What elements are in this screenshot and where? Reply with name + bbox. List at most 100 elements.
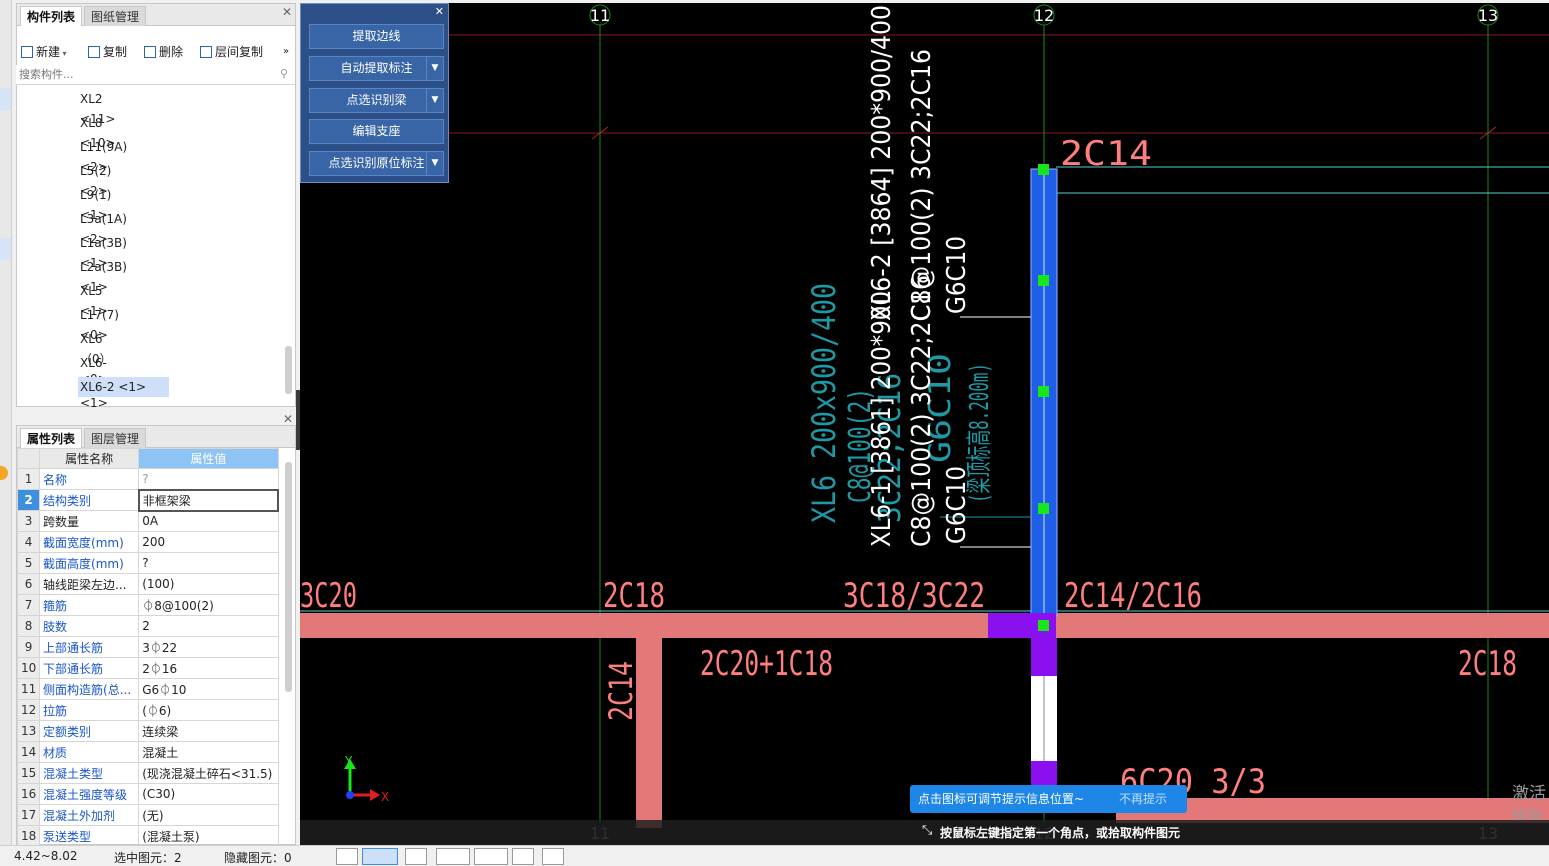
component-search-input[interactable] — [16, 65, 266, 84]
list-item[interactable]: L11(9A) <2> — [80, 137, 127, 174]
property-value[interactable]: (混凝土泵) — [138, 825, 279, 847]
floor-copy-button[interactable]: 层间复制 — [200, 43, 263, 61]
chevron-down-icon[interactable]: ▼ — [426, 57, 443, 80]
screen-tool-icon[interactable] — [512, 848, 534, 865]
rebar-label[interactable]: 3C18/3C22 — [843, 576, 985, 616]
beam-horizontal[interactable] — [1056, 613, 1549, 638]
grip-handle[interactable] — [1038, 275, 1049, 286]
list-item[interactable]: XL6（0） <0> — [80, 329, 112, 386]
edit-support-button[interactable]: 编辑支座 — [309, 119, 444, 144]
list-item[interactable]: L9(1) <1> — [80, 185, 111, 222]
list-item[interactable]: XL5 <1> — [80, 281, 108, 318]
property-value[interactable]: 连续梁 — [138, 720, 279, 742]
table-row[interactable]: 15 混凝土类型 (现浇混凝土碎石<31.5) — [16, 762, 279, 784]
table-row[interactable]: 10 下部通长筋 2⏀16 — [16, 657, 279, 679]
property-value[interactable]: 0A — [138, 510, 279, 532]
beam-identified-label[interactable]: C8@100(2) 3C22;2C16 — [907, 275, 937, 547]
property-value[interactable]: (⏀6) — [138, 699, 279, 721]
property-value[interactable]: 200 — [138, 531, 279, 553]
list-item[interactable]: XL8 <10> — [80, 113, 115, 150]
list-item[interactable]: L3a(1A) <2> — [80, 209, 127, 246]
table-row[interactable]: 18 泵送类型 (混凝土泵) — [16, 825, 279, 847]
grip-handle[interactable] — [1038, 503, 1049, 514]
list-item[interactable]: L5(2) <2> — [80, 161, 111, 198]
table-row[interactable]: 7 箍筋 ⏀8@100(2) — [16, 594, 279, 616]
rebar-label[interactable]: 2C18 — [1458, 644, 1517, 684]
beam-identified-label[interactable]: XL6-2 [3864] 200*900/400 — [867, 5, 897, 321]
property-value[interactable]: (C30) — [138, 783, 279, 805]
table-row[interactable]: 4 截面宽度(mm) 200 — [16, 531, 279, 553]
property-value[interactable]: 3⏀22 — [138, 636, 279, 658]
beam-horizontal[interactable] — [300, 613, 990, 638]
hint-tooltip[interactable]: 点击图标可调节提示信息位置~ 不再提示 — [910, 785, 1187, 813]
table-row[interactable]: 8 肢数 2 — [16, 615, 279, 637]
table-row[interactable]: 16 混凝土强度等级 (C30) — [16, 783, 279, 805]
table-row[interactable]: 12 拉筋 (⏀6) — [16, 699, 279, 721]
property-value[interactable]: 2 — [138, 615, 279, 637]
property-value[interactable]: (现浇混凝土碎石<31.5) — [138, 762, 279, 784]
property-value-editor[interactable]: 非框架梁 — [137, 488, 280, 512]
table-row[interactable]: 9 上部通长筋 3⏀22 — [16, 636, 279, 658]
list-item[interactable]: L1a(3B) <1> — [80, 233, 127, 270]
grip-handle[interactable] — [1038, 620, 1049, 631]
grip-handle[interactable] — [1038, 164, 1049, 175]
table-row[interactable]: 13 定额类别 连续梁 — [16, 720, 279, 742]
rebar-label[interactable]: 2C14 — [1060, 134, 1152, 174]
rebar-label[interactable]: 2C20+1C18 — [700, 644, 833, 684]
box-select-icon[interactable] — [362, 848, 398, 865]
new-button[interactable]: 新建 ▾ — [21, 43, 67, 61]
delete-button[interactable]: 删除 — [144, 43, 183, 61]
list-item[interactable]: XL6-1 <1> — [80, 353, 108, 410]
drawing-canvas[interactable]: 11 12 13 2C14 3C20 2C18 3C18/3C22 2C14/2… — [300, 3, 1549, 845]
point-tool-icon[interactable] — [474, 848, 508, 865]
table-row[interactable]: 6 轴线距梁左边... (100) — [16, 573, 279, 595]
chevron-down-icon[interactable]: ▼ — [426, 152, 443, 175]
support-node[interactable] — [1031, 638, 1057, 676]
tab-property-list[interactable]: 属性列表 — [20, 428, 83, 448]
table-row[interactable]: 1 名称? — [16, 468, 279, 490]
list-item[interactable]: L2a(3B) <1> — [80, 257, 127, 294]
property-value[interactable]: 混凝土 — [138, 741, 279, 763]
table-row[interactable]: 17 混凝土外加剂 (无) — [16, 804, 279, 826]
tab-drawing-manage[interactable]: 图纸管理 — [84, 6, 147, 26]
search-icon[interactable]: ⚲ — [280, 67, 288, 80]
more-tools-button[interactable]: » — [283, 43, 289, 61]
dont-show-again-link[interactable]: 不再提示 — [1119, 785, 1167, 813]
table-row[interactable]: 5 截面高度(mm)? — [16, 552, 279, 574]
property-value[interactable]: (无) — [138, 804, 279, 826]
copy-button[interactable]: 复制 — [88, 43, 127, 61]
property-table-scrollbar[interactable] — [285, 462, 292, 692]
cross-select-icon[interactable] — [405, 848, 427, 865]
property-value[interactable]: ? — [138, 552, 279, 574]
rebar-label[interactable]: 2C14 — [602, 661, 640, 721]
property-value[interactable]: ⏀8@100(2) — [138, 594, 279, 616]
tab-layer-manage[interactable]: 图层管理 — [84, 428, 147, 448]
table-row[interactable]: 14 材质 混凝土 — [16, 741, 279, 763]
arc-tool-icon[interactable] — [542, 848, 564, 865]
property-value[interactable]: G6⏀10 — [138, 678, 279, 700]
pick-recognize-inplace-annotation-button[interactable]: 点选识别原位标注 ▼ — [309, 151, 444, 176]
list-item-selected[interactable]: XL6-2 <1> — [78, 377, 169, 397]
grip-handle[interactable] — [1038, 386, 1049, 397]
tab-component-list[interactable]: 构件列表 — [20, 6, 83, 26]
table-row[interactable]: 11 侧面构造筋(总... G6⏀10 — [16, 678, 279, 700]
table-row[interactable]: 2 结构类别 非框架梁 — [16, 488, 280, 512]
pick-recognize-beam-button[interactable]: 点选识别梁 ▼ — [309, 88, 444, 113]
chevron-down-icon[interactable]: ▼ — [426, 89, 443, 112]
table-row[interactable]: 3 跨数量 0A — [16, 510, 279, 532]
notification-dot-icon[interactable] — [0, 466, 8, 480]
rebar-label[interactable]: 2C18 — [603, 576, 665, 616]
rebar-label[interactable]: 2C14/2C16 — [1064, 576, 1202, 616]
close-icon[interactable]: ✕ — [435, 5, 444, 18]
rebar-label[interactable]: 3C20 — [300, 576, 357, 616]
component-list-scrollbar[interactable] — [285, 346, 292, 394]
property-value[interactable]: ? — [138, 468, 279, 490]
beam-identified-label[interactable]: XL6-1 [3861] 200*900 — [867, 291, 897, 547]
beam-identified-label[interactable]: G6C10 — [942, 236, 972, 314]
auto-extract-annotation-button[interactable]: 自动提取标注 ▼ — [309, 56, 444, 81]
list-item[interactable]: XL2 <11> — [80, 89, 115, 126]
line-tool-icon[interactable] — [436, 848, 470, 865]
extract-edge-button[interactable]: 提取边线 — [309, 24, 444, 49]
property-value[interactable]: (100) — [138, 573, 279, 595]
property-value[interactable]: 2⏀16 — [138, 657, 279, 679]
